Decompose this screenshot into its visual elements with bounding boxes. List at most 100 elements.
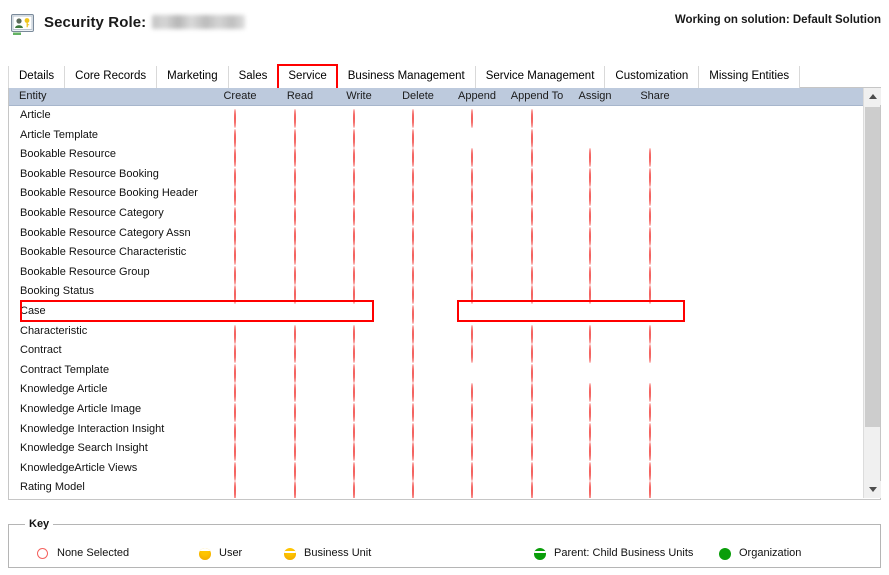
privilege-cell[interactable] — [412, 306, 424, 318]
privilege-cell[interactable] — [649, 149, 661, 161]
privilege-cell[interactable] — [589, 228, 601, 240]
privilege-cell[interactable] — [471, 404, 483, 416]
column-header-share[interactable]: Share — [640, 90, 669, 102]
privilege-cell[interactable] — [234, 169, 246, 181]
privilege-cell[interactable] — [353, 149, 365, 161]
table-row[interactable]: Bookable Resource — [9, 145, 864, 165]
privilege-cell[interactable] — [234, 110, 246, 122]
privilege-cell[interactable] — [353, 443, 365, 455]
table-row[interactable]: Article — [9, 106, 864, 126]
privilege-cell[interactable] — [589, 267, 601, 279]
tab-customization[interactable]: Customization — [605, 66, 699, 88]
privilege-cell[interactable] — [294, 365, 306, 377]
privilege-cell[interactable] — [471, 228, 483, 240]
privilege-cell[interactable] — [531, 188, 543, 200]
privilege-cell[interactable] — [589, 188, 601, 200]
privilege-cell[interactable] — [294, 169, 306, 181]
privilege-cell[interactable] — [294, 443, 306, 455]
privilege-cell[interactable] — [589, 384, 601, 396]
column-header-append[interactable]: Append — [458, 90, 496, 102]
privilege-cell[interactable] — [353, 286, 365, 298]
privilege-cell[interactable] — [589, 247, 601, 259]
table-row[interactable]: Knowledge Article — [9, 380, 864, 400]
privilege-cell[interactable] — [531, 208, 543, 220]
privilege-cell[interactable] — [294, 110, 306, 122]
privilege-cell[interactable] — [649, 404, 661, 416]
privilege-cell[interactable] — [353, 345, 365, 357]
privilege-cell[interactable] — [412, 463, 424, 475]
privilege-cell[interactable] — [649, 188, 661, 200]
privilege-cell[interactable] — [531, 130, 543, 142]
privilege-cell[interactable] — [412, 130, 424, 142]
table-row[interactable]: Case — [9, 302, 864, 322]
none-selected-icon[interactable] — [471, 481, 473, 498]
privilege-cell[interactable] — [234, 404, 246, 416]
privilege-cell[interactable] — [353, 130, 365, 142]
privilege-cell[interactable] — [649, 228, 661, 240]
privilege-cell[interactable] — [353, 188, 365, 200]
privilege-cell[interactable] — [234, 482, 246, 494]
privilege-cell[interactable] — [234, 424, 246, 436]
privilege-cell[interactable] — [589, 424, 601, 436]
tab-service-management[interactable]: Service Management — [476, 66, 606, 88]
privilege-cell[interactable] — [531, 326, 543, 338]
privilege-cell[interactable] — [294, 306, 306, 318]
tab-core-records[interactable]: Core Records — [65, 66, 157, 88]
privilege-cell[interactable] — [412, 424, 424, 436]
privilege-cell[interactable] — [353, 404, 365, 416]
table-row[interactable]: Bookable Resource Booking Header — [9, 184, 864, 204]
privilege-cell[interactable] — [471, 463, 483, 475]
scrollbar-thumb[interactable] — [865, 107, 880, 427]
privilege-cell[interactable] — [294, 345, 306, 357]
column-header-create[interactable]: Create — [223, 90, 256, 102]
privilege-cell[interactable] — [589, 326, 601, 338]
privilege-cell[interactable] — [412, 247, 424, 259]
privilege-cell[interactable] — [412, 286, 424, 298]
privilege-cell[interactable] — [412, 169, 424, 181]
privilege-cell[interactable] — [412, 188, 424, 200]
privilege-cell[interactable] — [412, 482, 424, 494]
privilege-cell[interactable] — [589, 286, 601, 298]
scroll-down-button[interactable] — [864, 481, 881, 498]
privilege-cell[interactable] — [531, 228, 543, 240]
table-row[interactable]: Contract — [9, 341, 864, 361]
column-header-delete[interactable]: Delete — [402, 90, 434, 102]
privilege-cell[interactable] — [531, 384, 543, 396]
privilege-cell[interactable] — [471, 306, 483, 318]
privilege-cell[interactable] — [412, 365, 424, 377]
privilege-cell[interactable] — [234, 247, 246, 259]
privilege-cell[interactable] — [412, 384, 424, 396]
privilege-cell[interactable] — [412, 345, 424, 357]
table-row[interactable]: Knowledge Article Image — [9, 400, 864, 420]
privilege-cell[interactable] — [412, 326, 424, 338]
privilege-cell[interactable] — [294, 228, 306, 240]
privilege-cell[interactable] — [234, 463, 246, 475]
table-row[interactable]: Booking Status — [9, 282, 864, 302]
column-header-entity[interactable]: Entity — [19, 90, 47, 102]
privilege-cell[interactable] — [471, 149, 483, 161]
privilege-cell[interactable] — [353, 228, 365, 240]
privilege-cell[interactable] — [471, 169, 483, 181]
privilege-cell[interactable] — [353, 208, 365, 220]
privilege-cell[interactable] — [649, 463, 661, 475]
privilege-cell[interactable] — [589, 149, 601, 161]
column-header-write[interactable]: Write — [346, 90, 371, 102]
privilege-cell[interactable] — [649, 169, 661, 181]
privilege-cell[interactable] — [471, 208, 483, 220]
privilege-cell[interactable] — [353, 384, 365, 396]
privilege-cell[interactable] — [353, 306, 365, 318]
privilege-cell[interactable] — [294, 326, 306, 338]
privilege-cell[interactable] — [234, 286, 246, 298]
privilege-cell[interactable] — [294, 463, 306, 475]
privilege-cell[interactable] — [353, 365, 365, 377]
privilege-cell[interactable] — [649, 482, 661, 494]
privilege-cell[interactable] — [294, 208, 306, 220]
privilege-cell[interactable] — [471, 267, 483, 279]
privilege-cell[interactable] — [294, 286, 306, 298]
privilege-cell[interactable] — [234, 306, 246, 318]
privilege-cell[interactable] — [412, 208, 424, 220]
privilege-cell[interactable] — [412, 149, 424, 161]
privilege-cell[interactable] — [471, 384, 483, 396]
privilege-cell[interactable] — [234, 130, 246, 142]
tab-missing-entities[interactable]: Missing Entities — [699, 66, 800, 88]
